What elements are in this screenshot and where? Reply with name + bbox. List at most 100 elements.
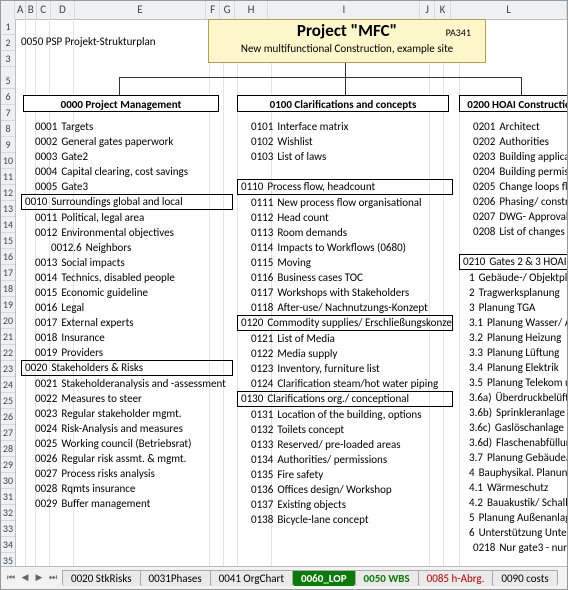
col0200-item[interactable] <box>459 239 567 254</box>
column-header-0200[interactable]: 0200 HOAI Construction <box>459 95 567 112</box>
sheet-tab[interactable]: 0031Phases <box>140 570 211 586</box>
row-header[interactable]: 34 <box>1 537 15 553</box>
col0000-item[interactable]: 0015Economic guideline <box>21 285 233 300</box>
col0000-item[interactable]: 0004Capital clearing, cost savings <box>21 164 233 179</box>
row-header[interactable]: 11 <box>1 169 15 185</box>
row-header[interactable]: 3 <box>1 51 15 67</box>
column-header-0100[interactable]: 0100 Clarifications and concepts <box>237 95 449 112</box>
col0200-item[interactable]: 0202Authorities <box>459 134 567 149</box>
col0200-item[interactable]: 3Planung TGA <box>459 300 567 315</box>
row-header[interactable]: 9 <box>1 137 15 153</box>
col0100-item[interactable]: 0101Interface matrix <box>237 119 453 134</box>
col0200-item[interactable]: 4.1Wärmeschutz <box>459 480 567 495</box>
column-header-A[interactable]: A <box>15 1 26 19</box>
col0100-item[interactable]: 0137Existing objects <box>237 497 453 512</box>
row-header[interactable]: 33 <box>1 521 15 537</box>
row-header[interactable]: 7 <box>1 105 15 121</box>
col0200-item[interactable]: 5Planung Außenanlager <box>459 510 567 525</box>
row-header[interactable]: 20 <box>1 313 15 329</box>
col0000-item[interactable]: 0003Gate2 <box>21 149 233 164</box>
col0000-item[interactable]: 0017External experts <box>21 315 233 330</box>
col0100-item[interactable]: 0112Head count <box>237 210 453 225</box>
col0000-item[interactable]: 0013Social impacts <box>21 255 233 270</box>
col0200-item[interactable]: 0207DWG- Approval Mat <box>459 209 567 224</box>
col0000-item[interactable]: 0010Surroundings global and local <box>21 194 233 210</box>
col0100-item[interactable]: 0113Room demands <box>237 225 453 240</box>
row-header[interactable]: 30 <box>1 473 15 489</box>
col0000-item[interactable]: 0027Process risks analysis <box>21 466 233 481</box>
column-header-B[interactable]: B <box>26 1 37 19</box>
col0200-item[interactable]: 3.2Planung Heizung <box>459 330 567 345</box>
col0100-item[interactable]: 0115Moving <box>237 255 453 270</box>
col0000-item[interactable]: 0016Legal <box>21 300 233 315</box>
col0000-item[interactable]: 0020Stakeholders & Risks <box>21 360 233 376</box>
row-header[interactable]: 13 <box>1 201 15 217</box>
col0200-item[interactable]: 1Gebäude-/ Objektplan <box>459 270 567 285</box>
col0200-item[interactable]: 0206Phasing/ constructi <box>459 194 567 209</box>
col0200-item[interactable]: 0203Building application <box>459 149 567 164</box>
column-header-H[interactable]: H <box>235 1 269 19</box>
row-header[interactable]: 17 <box>1 265 15 281</box>
col0200-item[interactable]: 0208List of changes <box>459 224 567 239</box>
row-header[interactable]: 2 <box>1 35 15 51</box>
col0000-item[interactable]: 0019Providers <box>21 345 233 360</box>
row-header[interactable]: 10 <box>1 153 15 169</box>
row-header[interactable]: 21 <box>1 329 15 345</box>
col0100-item[interactable]: 0124Clarification steam/hot water piping <box>237 376 453 391</box>
col0200-item[interactable]: 3.6d)Flaschenabfüllung <box>459 435 567 450</box>
col0100-item[interactable]: 0103List of laws <box>237 149 453 164</box>
row-header[interactable]: 27 <box>1 425 15 441</box>
col0200-item[interactable]: 0205Change loops floorp <box>459 179 567 194</box>
row-header[interactable]: 23 <box>1 361 15 377</box>
col0200-item[interactable]: 0218Nur gate3 - nur LPh3+4 <box>459 540 567 555</box>
column-header-G[interactable]: G <box>220 1 234 19</box>
col0100-item[interactable]: 0135Fire safety <box>237 467 453 482</box>
row-header[interactable]: 6 <box>1 89 15 105</box>
col0000-item[interactable]: 0029Buffer management <box>21 496 233 511</box>
col0100-item[interactable]: 0111New process flow organisational <box>237 195 453 210</box>
row-header[interactable]: 5 <box>1 73 15 89</box>
col0200-item[interactable]: 3.3Planung Lüftung <box>459 345 567 360</box>
col0200-item[interactable]: 3.5Planung Telekom und <box>459 375 567 390</box>
col0200-item[interactable]: 3.6c)Gaslöschanlage <box>459 420 567 435</box>
col0200-item[interactable]: 2Tragwerksplanung <box>459 285 567 300</box>
row-header[interactable]: 28 <box>1 441 15 457</box>
col0200-item[interactable]: 6Unterstützung Unterlag <box>459 525 567 540</box>
col0000-item[interactable]: 0028Rqmts insurance <box>21 481 233 496</box>
tab-last-icon[interactable]: ⏭ <box>47 572 59 584</box>
col0100-item[interactable] <box>237 164 453 179</box>
col0100-item[interactable]: 0102Wishlist <box>237 134 453 149</box>
col0100-item[interactable]: 0123Inventory, furniture list <box>237 361 453 376</box>
row-header[interactable]: 25 <box>1 393 15 409</box>
col0100-item[interactable]: 0117Workshops with Stakeholders <box>237 285 453 300</box>
col0200-item[interactable]: 3.6b)Sprinkleranlage <box>459 405 567 420</box>
tab-next-icon[interactable]: ▶ <box>33 572 45 584</box>
row-header[interactable]: 26 <box>1 409 15 425</box>
col0000-item[interactable]: 0021Stakeholderanalysis and -assessment <box>21 376 233 391</box>
col0000-item[interactable]: 0023Regular stakeholder mgmt. <box>21 406 233 421</box>
row-header[interactable]: 24 <box>1 377 15 393</box>
column-header-D[interactable]: D <box>51 1 75 19</box>
row-header[interactable]: 31 <box>1 489 15 505</box>
col0000-item[interactable]: 0024Risk-Analysis and measures <box>21 421 233 436</box>
col0100-item[interactable]: 0114Impacts to Workflows (0680) <box>237 240 453 255</box>
row-header[interactable]: 8 <box>1 121 15 137</box>
col0100-item[interactable]: 0122Media supply <box>237 346 453 361</box>
col0000-item[interactable]: 0018Insurance <box>21 330 233 345</box>
col0000-item[interactable]: 0012.6Neighbors <box>21 240 233 255</box>
col0100-item[interactable]: 0132Toilets concept <box>237 422 453 437</box>
col0200-item[interactable]: 4.2Bauakustik/ Schallsch <box>459 495 567 510</box>
column-header-K[interactable]: K <box>435 1 451 19</box>
sheet-tab[interactable]: 0060_LOP <box>292 570 356 586</box>
row-header[interactable]: 18 <box>1 281 15 297</box>
col0100-item[interactable]: 0130Clarifications org./ conceptional <box>237 391 453 407</box>
column-header-I[interactable]: I <box>268 1 420 19</box>
col0000-item[interactable]: 0012Environmental objectives <box>21 225 233 240</box>
row-header[interactable]: 16 <box>1 249 15 265</box>
row-header[interactable]: 32 <box>1 505 15 521</box>
row-header[interactable]: 1 <box>1 19 15 35</box>
tab-prev-icon[interactable]: ◀ <box>19 572 31 584</box>
col0200-item[interactable]: 0210Gates 2 & 3 HOAI 1,2,3, <box>459 254 567 270</box>
col0100-item[interactable]: 0134Authorities/ permissions <box>237 452 453 467</box>
col0000-item[interactable]: 0002General gates paperwork <box>21 134 233 149</box>
